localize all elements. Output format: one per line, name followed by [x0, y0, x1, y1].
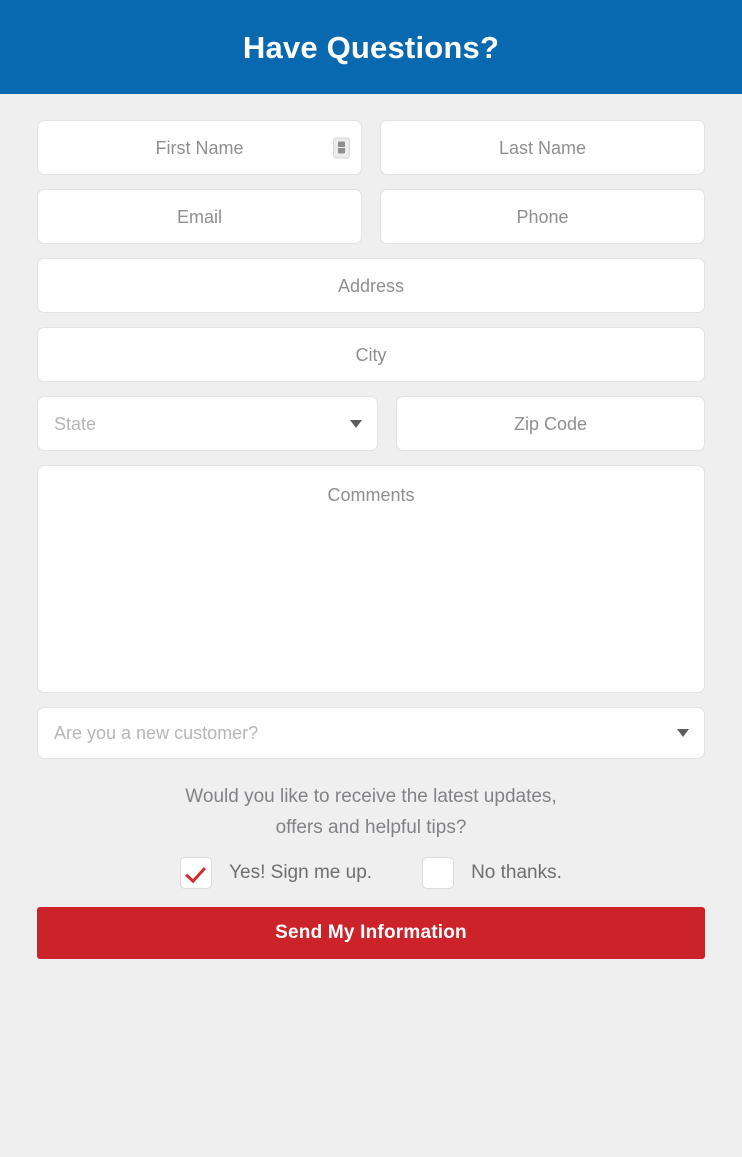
- city-input[interactable]: City: [37, 327, 705, 382]
- chevron-down-icon: [350, 419, 362, 428]
- optin-question-line-2: offers and helpful tips?: [275, 817, 467, 838]
- city-row: City: [37, 327, 705, 382]
- new-customer-select-value: Are you a new customer?: [54, 723, 259, 743]
- address-placeholder: Address: [337, 275, 405, 296]
- phone-placeholder: Phone: [516, 206, 569, 227]
- name-row: First Name Last Name: [37, 120, 705, 175]
- comments-placeholder: Comments: [327, 485, 415, 505]
- optin-checkbox-row: Yes! Sign me up. No thanks.: [37, 857, 705, 889]
- address-input[interactable]: Address: [37, 258, 705, 313]
- optin-question-line-1: Would you like to receive the latest upd…: [185, 786, 557, 807]
- page-title: Have Questions?: [242, 29, 500, 65]
- phone-input[interactable]: Phone: [380, 189, 705, 244]
- form-body: First Name Last Name Email Phone Address: [0, 94, 742, 1157]
- state-zip-row: State Zip Code: [37, 396, 705, 451]
- contact-form-page: Have Questions? First Name Last Name Ema…: [0, 0, 742, 1157]
- new-customer-row: Are you a new customer?: [37, 707, 705, 759]
- optin-no-checkbox[interactable]: [422, 857, 455, 889]
- comments-textarea[interactable]: Comments: [37, 465, 705, 693]
- zip-code-placeholder: Zip Code: [513, 413, 588, 434]
- optin-no-option[interactable]: No thanks.: [422, 857, 562, 889]
- autofill-contact-card-icon[interactable]: [333, 137, 350, 158]
- form-header: Have Questions?: [0, 0, 742, 94]
- send-my-information-button[interactable]: Send My Information: [37, 907, 705, 959]
- address-row: Address: [37, 258, 705, 313]
- optin-yes-label: Yes! Sign me up.: [229, 862, 373, 883]
- email-placeholder: Email: [176, 206, 222, 227]
- new-customer-select[interactable]: Are you a new customer?: [37, 707, 705, 759]
- contact-row: Email Phone: [37, 189, 705, 244]
- zip-code-input[interactable]: Zip Code: [396, 396, 705, 451]
- city-placeholder: City: [355, 344, 387, 365]
- optin-no-label: No thanks.: [471, 862, 562, 883]
- last-name-placeholder: Last Name: [498, 137, 587, 158]
- state-select[interactable]: State: [37, 396, 378, 451]
- first-name-input[interactable]: First Name: [37, 120, 362, 175]
- first-name-placeholder: First Name: [155, 137, 244, 158]
- optin-yes-checkbox[interactable]: [180, 857, 213, 889]
- chevron-down-icon: [677, 729, 689, 737]
- optin-question: Would you like to receive the latest upd…: [37, 781, 705, 843]
- email-input[interactable]: Email: [37, 189, 362, 244]
- state-select-value: State: [54, 413, 97, 434]
- comments-row: Comments: [37, 465, 705, 693]
- optin-yes-option[interactable]: Yes! Sign me up.: [180, 857, 372, 889]
- last-name-input[interactable]: Last Name: [380, 120, 705, 175]
